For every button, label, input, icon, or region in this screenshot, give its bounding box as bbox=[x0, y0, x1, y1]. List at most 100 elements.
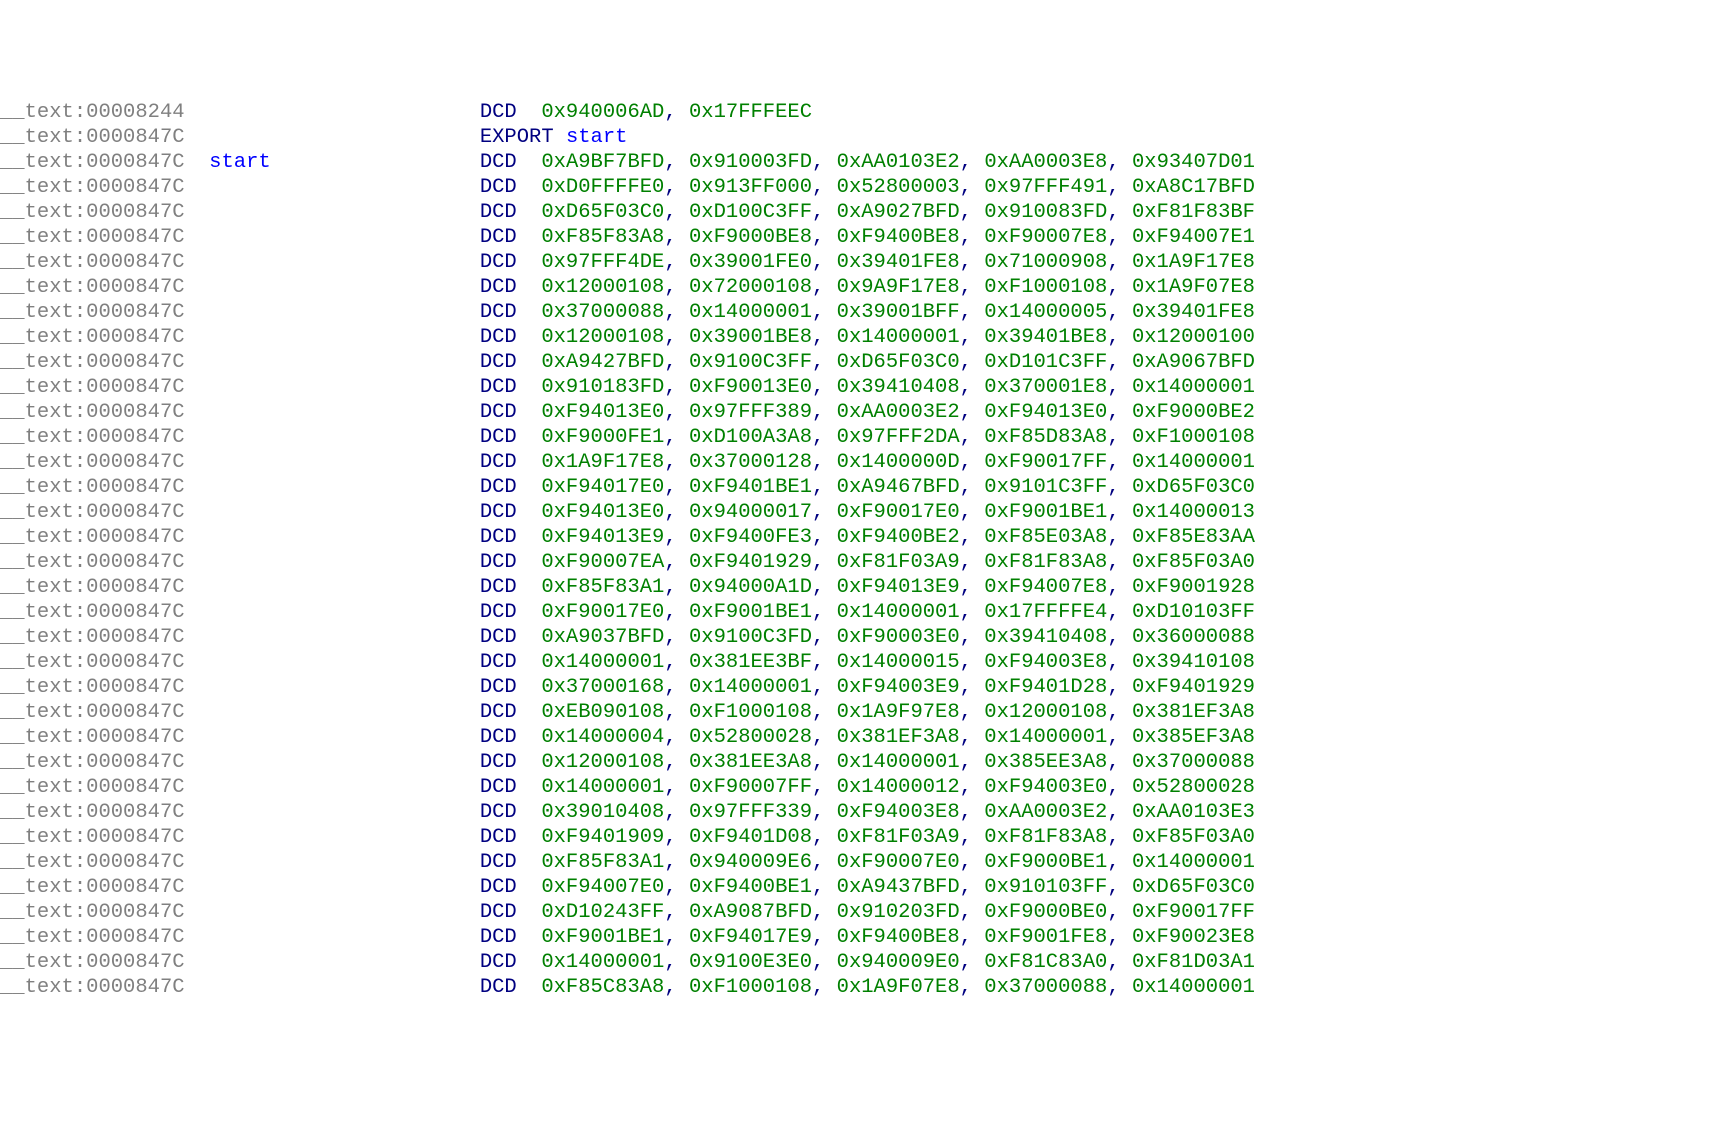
hex-value[interactable]: 0xF85D83A8 bbox=[984, 426, 1107, 449]
hex-value[interactable]: 0x910083FD bbox=[984, 201, 1107, 224]
hex-value[interactable]: 0xA9087BFD bbox=[689, 901, 812, 924]
hex-value[interactable]: 0x52800028 bbox=[1132, 776, 1255, 799]
hex-value[interactable]: 0xA9BF7BFD bbox=[541, 151, 664, 174]
hex-value[interactable]: 0x17FFFEEC bbox=[689, 101, 812, 124]
hex-value[interactable]: 0xD10103FF bbox=[1132, 601, 1255, 624]
hex-value[interactable]: 0x14000001 bbox=[541, 651, 664, 674]
hex-value[interactable]: 0xF81F83A8 bbox=[984, 826, 1107, 849]
hex-value[interactable]: 0xF81D03A1 bbox=[1132, 951, 1255, 974]
hex-value[interactable]: 0xF9001928 bbox=[1132, 576, 1255, 599]
hex-value[interactable]: 0xF94013E0 bbox=[541, 501, 664, 524]
hex-value[interactable]: 0x12000108 bbox=[541, 326, 664, 349]
disassembly-line[interactable]: __text:0000847C DCD 0xF94013E9, 0xF9400F… bbox=[0, 525, 1732, 550]
hex-value[interactable]: 0x14000001 bbox=[837, 326, 960, 349]
hex-value[interactable]: 0xF90007E0 bbox=[837, 851, 960, 874]
hex-value[interactable]: 0xAA0003E2 bbox=[984, 801, 1107, 824]
hex-value[interactable]: 0xEB090108 bbox=[541, 701, 664, 724]
disassembly-line[interactable]: __text:0000847C DCD 0xD65F03C0, 0xD100C3… bbox=[0, 200, 1732, 225]
hex-value[interactable]: 0xF85F83A1 bbox=[541, 851, 664, 874]
disassembly-line[interactable]: __text:0000847C DCD 0x12000108, 0x720001… bbox=[0, 275, 1732, 300]
hex-value[interactable]: 0x97FFF2DA bbox=[837, 426, 960, 449]
disassembly-line[interactable]: __text:0000847C DCD 0xA9427BFD, 0x9100C3… bbox=[0, 350, 1732, 375]
hex-value[interactable]: 0x14000001 bbox=[837, 751, 960, 774]
hex-value[interactable]: 0xF94013E9 bbox=[837, 576, 960, 599]
hex-value[interactable]: 0x910003FD bbox=[689, 151, 812, 174]
hex-value[interactable]: 0x39001BFF bbox=[837, 301, 960, 324]
hex-value[interactable]: 0x14000005 bbox=[984, 301, 1107, 324]
hex-value[interactable]: 0xF9400BE8 bbox=[837, 226, 960, 249]
hex-value[interactable]: 0x9101C3FF bbox=[984, 476, 1107, 499]
hex-value[interactable]: 0xD100C3FF bbox=[689, 201, 812, 224]
hex-value[interactable]: 0x37000088 bbox=[1132, 751, 1255, 774]
hex-value[interactable]: 0x37000128 bbox=[689, 451, 812, 474]
hex-value[interactable]: 0xF94007E0 bbox=[541, 876, 664, 899]
hex-value[interactable]: 0xF9401929 bbox=[689, 551, 812, 574]
hex-value[interactable]: 0xA9467BFD bbox=[837, 476, 960, 499]
hex-value[interactable]: 0xF85F83A1 bbox=[541, 576, 664, 599]
hex-value[interactable]: 0x913FF000 bbox=[689, 176, 812, 199]
hex-value[interactable]: 0xF90007FF bbox=[689, 776, 812, 799]
hex-value[interactable]: 0x37000168 bbox=[541, 676, 664, 699]
hex-value[interactable]: 0xF9001BE1 bbox=[541, 926, 664, 949]
hex-value[interactable]: 0x940009E0 bbox=[837, 951, 960, 974]
hex-value[interactable]: 0xF81F03A9 bbox=[837, 551, 960, 574]
hex-value[interactable]: 0xF9401929 bbox=[1132, 676, 1255, 699]
hex-value[interactable]: 0x910203FD bbox=[837, 901, 960, 924]
hex-value[interactable]: 0x381EE3A8 bbox=[689, 751, 812, 774]
disassembly-line[interactable]: __text:0000847C DCD 0xA9037BFD, 0x9100C3… bbox=[0, 625, 1732, 650]
hex-value[interactable]: 0x37000088 bbox=[984, 976, 1107, 999]
hex-value[interactable]: 0xF1000108 bbox=[689, 976, 812, 999]
hex-value[interactable]: 0x14000001 bbox=[1132, 851, 1255, 874]
hex-value[interactable]: 0xF9001BE1 bbox=[984, 501, 1107, 524]
hex-value[interactable]: 0x14000001 bbox=[541, 776, 664, 799]
hex-value[interactable]: 0x14000001 bbox=[1132, 976, 1255, 999]
hex-value[interactable]: 0x97FFF339 bbox=[689, 801, 812, 824]
hex-value[interactable]: 0xF94017E0 bbox=[541, 476, 664, 499]
hex-value[interactable]: 0xAA0103E3 bbox=[1132, 801, 1255, 824]
hex-value[interactable]: 0xF1000108 bbox=[689, 701, 812, 724]
hex-value[interactable]: 0xF9000BE8 bbox=[689, 226, 812, 249]
hex-value[interactable]: 0x14000001 bbox=[541, 951, 664, 974]
disassembly-line[interactable]: __text:0000847C DCD 0x14000001, 0x381EE3… bbox=[0, 650, 1732, 675]
hex-value[interactable]: 0x36000088 bbox=[1132, 626, 1255, 649]
hex-value[interactable]: 0xD65F03C0 bbox=[541, 201, 664, 224]
hex-value[interactable]: 0x14000015 bbox=[837, 651, 960, 674]
hex-value[interactable]: 0xA9437BFD bbox=[837, 876, 960, 899]
hex-value[interactable]: 0x1A9F17E8 bbox=[1132, 251, 1255, 274]
hex-value[interactable]: 0x381EF3A8 bbox=[837, 726, 960, 749]
hex-value[interactable]: 0xA9067BFD bbox=[1132, 351, 1255, 374]
hex-value[interactable]: 0x52800003 bbox=[837, 176, 960, 199]
hex-value[interactable]: 0x17FFFFE4 bbox=[984, 601, 1107, 624]
hex-value[interactable]: 0xF85F03A0 bbox=[1132, 551, 1255, 574]
disassembly-line[interactable]: __text:0000847C DCD 0xD0FFFFE0, 0x913FF0… bbox=[0, 175, 1732, 200]
hex-value[interactable]: 0xF9401D28 bbox=[984, 676, 1107, 699]
hex-value[interactable]: 0xF9000BE2 bbox=[1132, 401, 1255, 424]
hex-value[interactable]: 0x12000108 bbox=[541, 751, 664, 774]
hex-value[interactable]: 0x370001E8 bbox=[984, 376, 1107, 399]
hex-value[interactable]: 0x39001BE8 bbox=[689, 326, 812, 349]
hex-value[interactable]: 0x14000001 bbox=[837, 601, 960, 624]
hex-value[interactable]: 0xF85C83A8 bbox=[541, 976, 664, 999]
hex-value[interactable]: 0x14000001 bbox=[689, 301, 812, 324]
hex-value[interactable]: 0xF1000108 bbox=[1132, 426, 1255, 449]
hex-value[interactable]: 0xD65F03C0 bbox=[1132, 476, 1255, 499]
hex-value[interactable]: 0x9100C3FF bbox=[689, 351, 812, 374]
hex-value[interactable]: 0xAA0003E8 bbox=[984, 151, 1107, 174]
hex-value[interactable]: 0x9A9F17E8 bbox=[837, 276, 960, 299]
disassembly-line[interactable]: __text:0000847C DCD 0xF9401909, 0xF9401D… bbox=[0, 825, 1732, 850]
hex-value[interactable]: 0xF85E83AA bbox=[1132, 526, 1255, 549]
disassembly-line[interactable]: __text:0000847C DCD 0xF85C83A8, 0xF10001… bbox=[0, 975, 1732, 1000]
hex-value[interactable]: 0xF9401D08 bbox=[689, 826, 812, 849]
disassembly-line[interactable]: __text:0000847C DCD 0xF90017E0, 0xF9001B… bbox=[0, 600, 1732, 625]
hex-value[interactable]: 0xF90017E0 bbox=[541, 601, 664, 624]
disassembly-line[interactable]: __text:0000847C DCD 0x39010408, 0x97FFF3… bbox=[0, 800, 1732, 825]
hex-value[interactable]: 0xF9400BE8 bbox=[837, 926, 960, 949]
disassembly-line[interactable]: __text:0000847C DCD 0x14000001, 0xF90007… bbox=[0, 775, 1732, 800]
hex-value[interactable]: 0x910183FD bbox=[541, 376, 664, 399]
hex-value[interactable]: 0x39410108 bbox=[1132, 651, 1255, 674]
hex-value[interactable]: 0x14000001 bbox=[984, 726, 1107, 749]
disassembly-line[interactable]: __text:0000847C DCD 0xF85F83A1, 0x94000A… bbox=[0, 575, 1732, 600]
hex-value[interactable]: 0xD65F03C0 bbox=[1132, 876, 1255, 899]
hex-value[interactable]: 0x37000088 bbox=[541, 301, 664, 324]
hex-value[interactable]: 0x97FFF389 bbox=[689, 401, 812, 424]
